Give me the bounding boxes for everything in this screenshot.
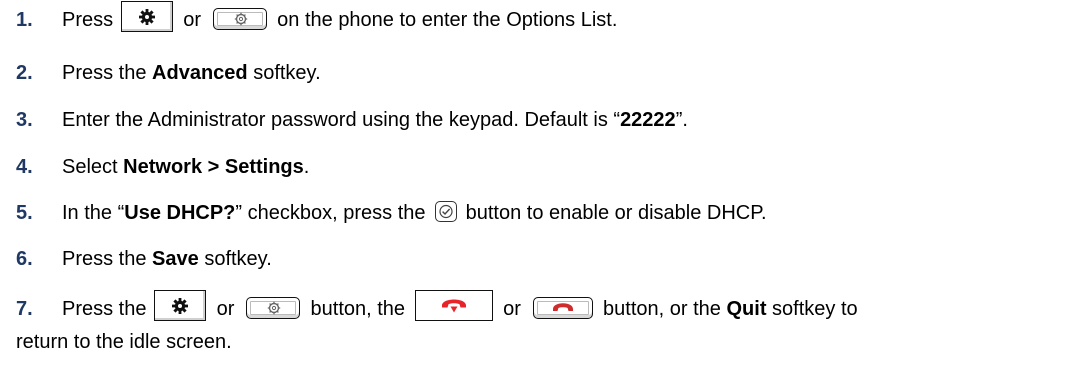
step-number: 5. (16, 202, 33, 224)
step-text: In the “Use DHCP?” checkbox, press the b… (62, 201, 767, 225)
text-segment: softkey. (247, 62, 321, 84)
step-number: 1. (16, 9, 33, 31)
step-text: Press or on the phone to enter the Optio… (62, 1, 618, 33)
text-segment: ” checkbox, press the (235, 202, 432, 224)
options-gear-icon (138, 9, 155, 26)
step-number: 2. (16, 62, 33, 84)
onhook-red-icon (441, 299, 466, 313)
onhook-red-key (414, 290, 493, 322)
softkey-name: Save (152, 248, 199, 270)
default-password: 22222 (620, 109, 676, 131)
settings-key (212, 7, 267, 30)
checkbox-name: Use DHCP? (124, 202, 236, 224)
options-key (154, 290, 207, 322)
text-segment: Press (62, 9, 119, 31)
text-segment: or (497, 298, 527, 320)
settings-gear-icon (267, 301, 281, 314)
step-number: 6. (16, 248, 33, 270)
options-gear-icon (172, 298, 189, 315)
checkmark-icon (439, 205, 453, 219)
step-number: 4. (16, 156, 33, 178)
step-number: 3. (16, 109, 33, 131)
text-segment: In the “ (62, 202, 125, 224)
confirm-key (435, 201, 458, 223)
options-key (120, 1, 173, 33)
step-text: return to the idle screen. (16, 331, 232, 353)
onhook-key (532, 296, 593, 319)
text-segment: Select (62, 156, 124, 178)
settings-key (245, 296, 300, 319)
text-segment: on the phone to enter the Options List. (271, 9, 618, 31)
step-text: Press the or button, the or button, or t… (62, 290, 858, 322)
text-segment: Press the (62, 62, 153, 84)
text-segment: button, the (304, 298, 411, 320)
step-text: Press the Save softkey. (62, 247, 272, 271)
step-text: Enter the Administrator password using t… (62, 108, 688, 132)
softkey-name: Quit (726, 298, 767, 320)
text-segment: or (211, 298, 240, 320)
text-segment: button, or the (597, 298, 727, 320)
text-segment: softkey. (198, 248, 272, 270)
step-text: Press the Advanced softkey. (62, 61, 321, 85)
text-segment: or (177, 9, 207, 31)
text-segment: ”. (675, 109, 688, 131)
text-segment: Enter the Administrator password using t… (62, 109, 621, 131)
step-number: 7. (16, 298, 33, 320)
text-segment: button to enable or disable DHCP. (460, 202, 767, 224)
onhook-handset-icon (552, 302, 573, 311)
text-segment: Press the (62, 248, 153, 270)
text-segment: Press the (62, 298, 153, 320)
text-segment: softkey to (766, 298, 858, 320)
menu-path: Network > Settings (123, 156, 304, 178)
settings-gear-icon (234, 12, 247, 25)
text-segment: . (303, 156, 310, 178)
softkey-name: Advanced (152, 62, 248, 84)
step-text: Select Network > Settings. (62, 155, 309, 179)
